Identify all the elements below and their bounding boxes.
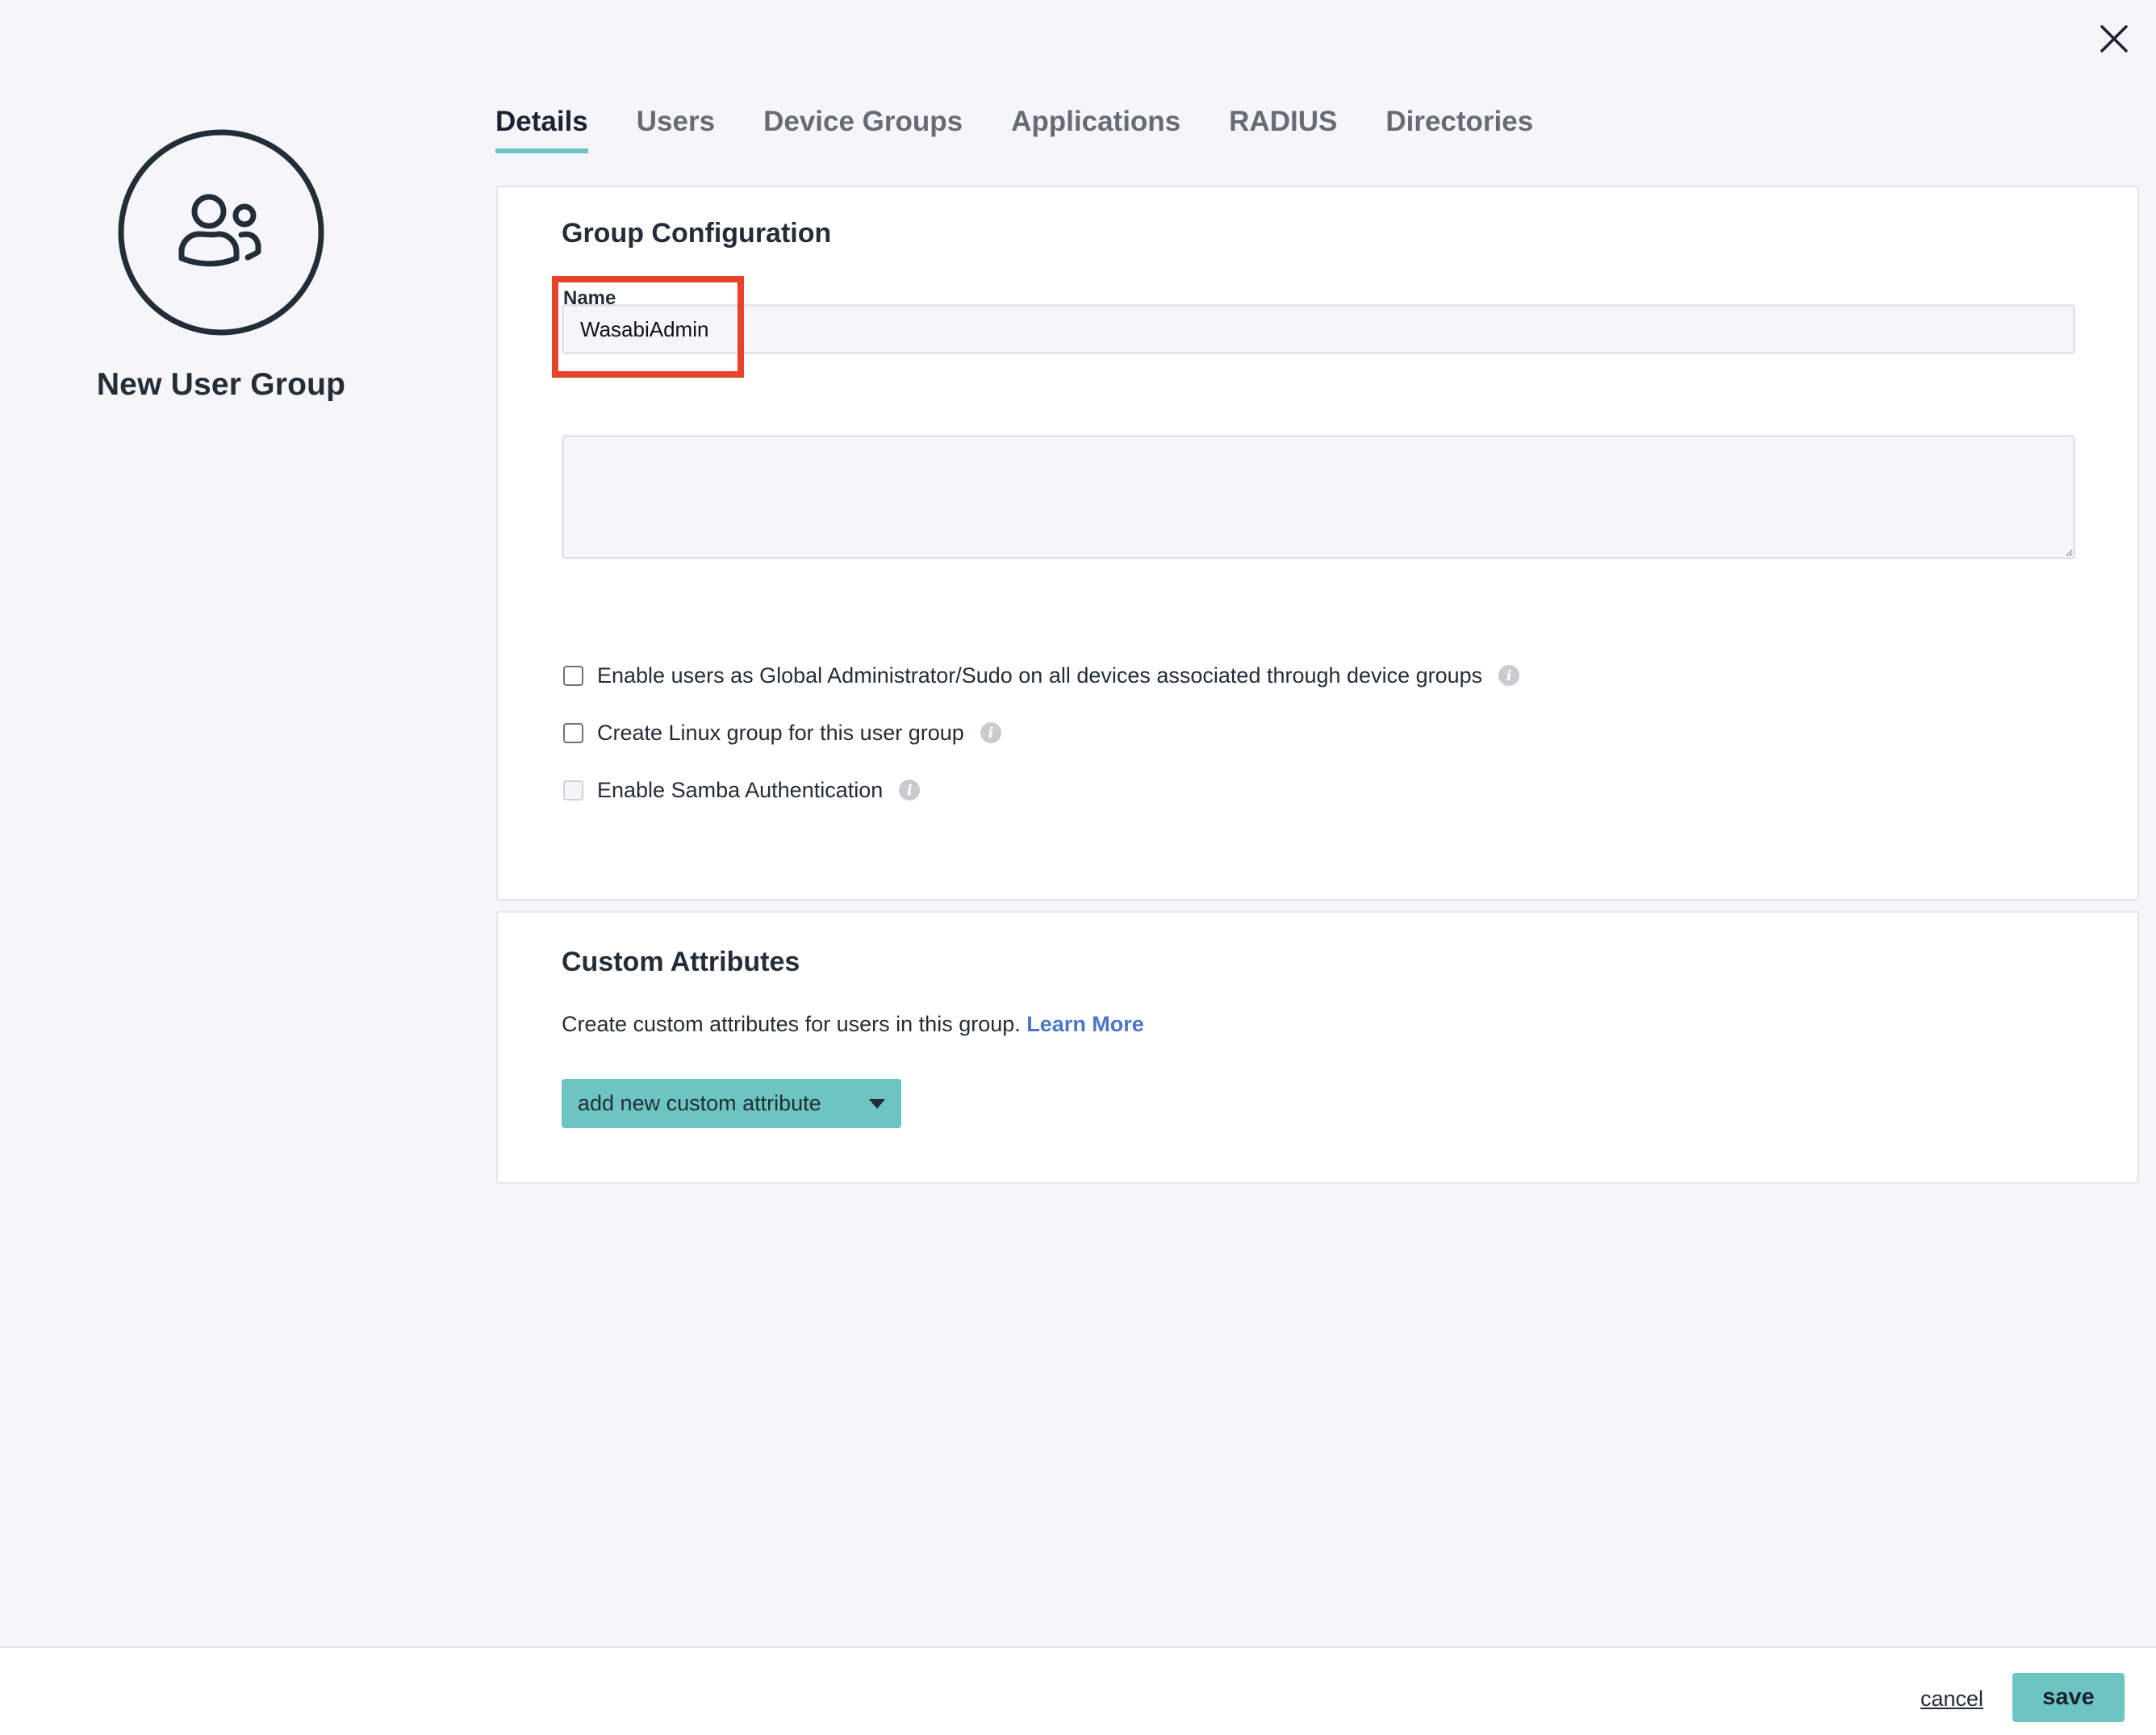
samba-auth-label: Enable Samba Authentication [597,778,884,802]
add-custom-attribute-dropdown[interactable]: add new custom attribute [562,1079,901,1128]
group-configuration-card: Group Configuration Name Description Ena… [496,186,2139,901]
caret-down-icon [869,1098,885,1109]
tab-radius[interactable]: RADIUS [1229,103,1337,148]
learn-more-link[interactable]: Learn More [1026,1012,1144,1036]
cancel-button[interactable]: cancel [1920,1687,1983,1712]
save-button[interactable]: save [2012,1673,2125,1722]
user-group-icon [118,129,324,336]
tab-applications[interactable]: Applications [1011,103,1180,148]
info-icon[interactable]: i [1498,665,1520,686]
custom-attributes-text: Create custom attributes for users in th… [562,1012,1021,1036]
tab-details[interactable]: Details [495,103,588,153]
global-admin-label: Enable users as Global Administrator/Sud… [597,663,1483,688]
linux-group-checkbox[interactable] [563,722,583,743]
custom-attributes-card: Custom Attributes Create custom attribut… [496,911,2139,1184]
linux-group-option: Create Linux group for this user group i [563,718,1001,747]
linux-group-label: Create Linux group for this user group [597,721,964,745]
close-button[interactable] [2095,19,2133,58]
custom-attributes-description: Create custom attributes for users in th… [562,1012,1144,1037]
samba-auth-option: Enable Samba Authentication i [563,776,921,805]
global-admin-option: Enable users as Global Administrator/Sud… [563,661,1520,690]
tab-directories[interactable]: Directories [1385,103,1533,148]
footer-bar: cancel save [0,1646,2156,1735]
tab-device-groups[interactable]: Device Groups [763,103,963,148]
info-icon[interactable]: i [899,780,921,801]
group-title: New User Group [96,367,346,402]
samba-auth-checkbox [563,780,583,801]
name-input[interactable] [562,304,2075,354]
custom-attributes-title: Custom Attributes [562,947,800,977]
group-configuration-title: Group Configuration [562,218,832,249]
global-admin-checkbox[interactable] [563,665,583,686]
description-textarea[interactable] [562,435,2075,559]
add-custom-attribute-label: add new custom attribute [578,1091,821,1115]
tab-users[interactable]: Users [637,103,715,148]
info-icon[interactable]: i [980,722,1001,743]
close-icon [2100,25,2128,52]
new-user-group-page: New User Group Details Users Device Grou… [0,0,2156,1735]
tab-bar: Details Users Device Groups Applications… [495,103,1533,153]
